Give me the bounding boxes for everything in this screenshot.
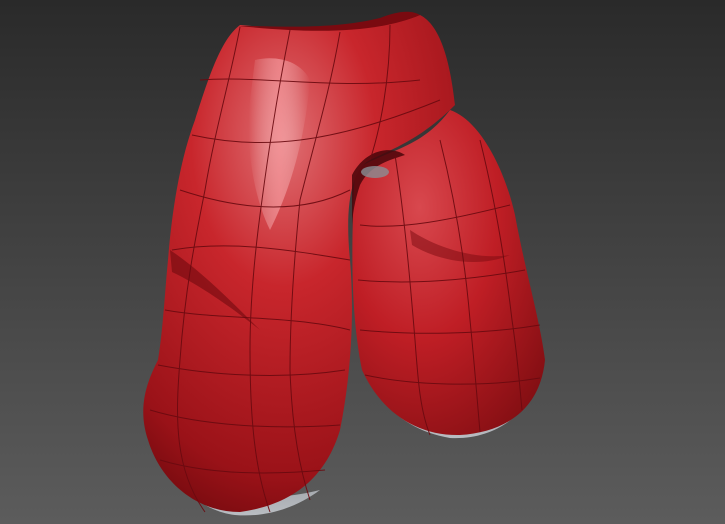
viewport-canvas[interactable]: [0, 0, 725, 524]
3d-viewport[interactable]: [0, 0, 725, 524]
crotch-gap: [361, 166, 389, 178]
